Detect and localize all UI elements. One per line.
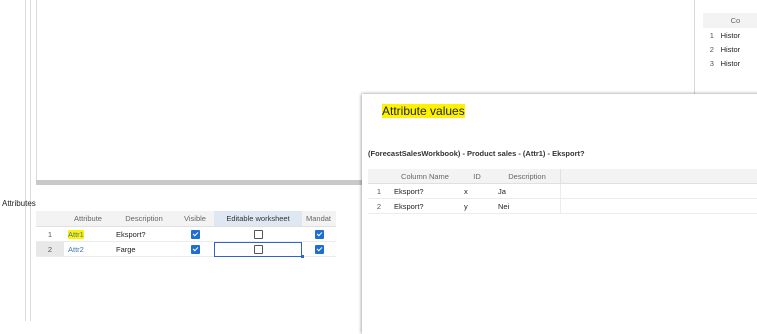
visible-checkbox[interactable] [191, 230, 200, 239]
filler-cell [561, 199, 757, 214]
list-item[interactable]: 3 Histor [703, 56, 757, 70]
column-header-editable-worksheet[interactable]: Editable worksheet [214, 211, 302, 227]
attribute-cell[interactable]: Attr2 [64, 242, 112, 257]
attribute-values-dialog: Attribute values (ForecastSalesWorkbook)… [362, 94, 757, 334]
column-header-mandatory[interactable]: Mandat [302, 211, 336, 227]
attributes-header-row: Attribute Description Visible Editable w… [36, 211, 336, 227]
attributes-table: Attribute Description Visible Editable w… [36, 211, 336, 257]
column-header-column[interactable]: Co [721, 13, 757, 28]
id-cell[interactable]: y [460, 199, 494, 214]
dialog-header-row: Column Name ID Description [368, 169, 757, 184]
left-frame-line-2 [30, 0, 31, 321]
columns-mini-table: Co 1 Histor 2 Histor 3 Histor [703, 13, 757, 70]
mandatory-checkbox[interactable] [315, 230, 324, 239]
horizontal-scrollbar[interactable] [36, 180, 366, 185]
row-number: 2 [36, 242, 64, 257]
visible-checkbox[interactable] [191, 245, 200, 254]
editable-cell[interactable] [214, 227, 302, 242]
column-header-description[interactable]: Description [494, 169, 561, 184]
description-cell[interactable]: Ja [494, 184, 561, 199]
column-header-visible[interactable]: Visible [176, 211, 214, 227]
visible-cell[interactable] [176, 227, 214, 242]
dialog-subtitle: (ForecastSalesWorkbook) - Product sales … [368, 149, 585, 158]
mandatory-cell[interactable] [302, 242, 336, 257]
mandatory-cell[interactable] [302, 227, 336, 242]
attribute-cell[interactable]: Attr1 [64, 227, 112, 242]
id-cell[interactable]: x [460, 184, 494, 199]
header-filler [561, 169, 757, 184]
description-cell[interactable]: Nei [494, 199, 561, 214]
mini-cell[interactable]: Histor [721, 42, 757, 56]
visible-cell[interactable] [176, 242, 214, 257]
table-row[interactable]: 1 Eksport? x Ja [368, 184, 757, 199]
attribute-name[interactable]: Attr2 [68, 245, 84, 254]
mandatory-checkbox[interactable] [315, 245, 324, 254]
column-header-column-name[interactable]: Column Name [390, 169, 460, 184]
description-cell[interactable]: Eksport? [112, 227, 176, 242]
row-number: 1 [36, 227, 64, 242]
attributes-section-title: Attributes [2, 199, 36, 208]
column-header-id[interactable]: ID [460, 169, 494, 184]
table-row[interactable]: 2 Attr2 Farge [36, 242, 336, 257]
mini-header-row: Co [703, 13, 757, 28]
fill-handle[interactable] [301, 255, 304, 258]
row-number-header [703, 13, 721, 28]
list-item[interactable]: 2 Histor [703, 42, 757, 56]
editable-checkbox[interactable] [254, 230, 263, 239]
column-name-cell[interactable]: Eksport? [390, 199, 460, 214]
mini-cell[interactable]: Histor [721, 56, 757, 70]
row-number-header [36, 211, 64, 227]
table-row[interactable]: 1 Attr1 Eksport? [36, 227, 336, 242]
editable-cell-focused[interactable] [214, 242, 302, 257]
filler-cell [561, 184, 757, 199]
mini-cell[interactable]: Histor [721, 28, 757, 42]
editable-checkbox[interactable] [254, 245, 263, 254]
dialog-title: Attribute values [382, 104, 465, 118]
row-number: 2 [368, 199, 390, 214]
row-number: 2 [703, 42, 721, 56]
attribute-values-table: Column Name ID Description 1 Eksport? x … [368, 169, 757, 214]
row-number: 1 [368, 184, 390, 199]
right-frame-line [694, 0, 695, 95]
left-frame-line-1 [25, 0, 26, 321]
table-row[interactable]: 2 Eksport? y Nei [368, 199, 757, 214]
row-number: 1 [703, 28, 721, 42]
list-item[interactable]: 1 Histor [703, 28, 757, 42]
left-frame-line-3 [36, 0, 37, 185]
row-number: 3 [703, 56, 721, 70]
attribute-name[interactable]: Attr1 [68, 230, 84, 239]
column-header-description[interactable]: Description [112, 211, 176, 227]
row-number-header [368, 169, 390, 184]
description-cell[interactable]: Farge [112, 242, 176, 257]
column-header-attribute[interactable]: Attribute [64, 211, 112, 227]
column-name-cell[interactable]: Eksport? [390, 184, 460, 199]
